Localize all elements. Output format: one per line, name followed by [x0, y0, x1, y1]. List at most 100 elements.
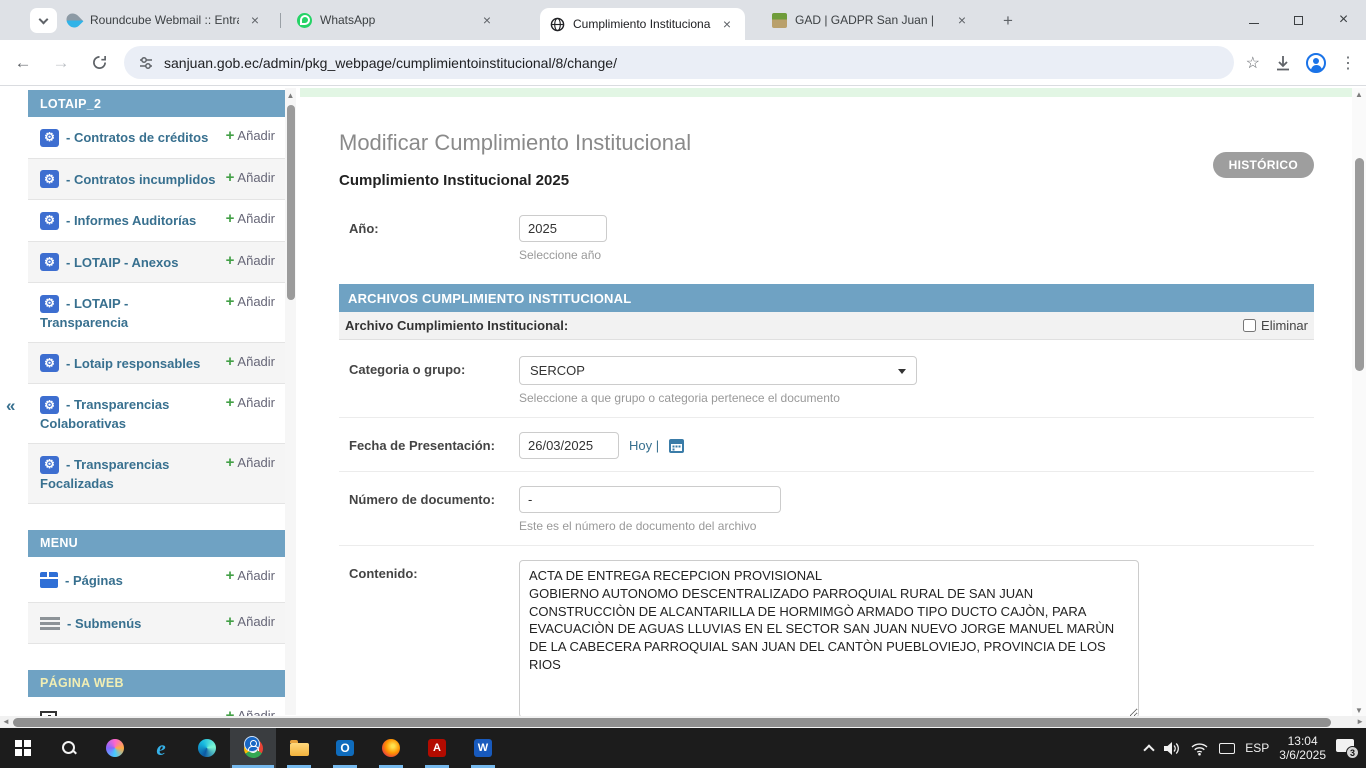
- sidebar-item-label[interactable]: - Transparencias Colaborativas: [40, 398, 169, 432]
- sidebar-item-paginas[interactable]: - Páginas +Añadir: [28, 557, 285, 602]
- tab-whatsapp[interactable]: WhatsApp ×: [287, 0, 505, 40]
- speaker-icon[interactable]: [1163, 741, 1180, 756]
- taskbar-search-button[interactable]: [46, 728, 92, 768]
- download-icon[interactable]: [1274, 54, 1292, 72]
- sidebar-item-label[interactable]: - Submenús: [67, 616, 141, 631]
- sidebar-item-transparencias-colaborativas[interactable]: ⚙- Transparencias Colaborativas +Añadir: [28, 383, 285, 443]
- sidebar-item-submenus[interactable]: - Submenús +Añadir: [28, 602, 285, 643]
- sidebar-collapse-button[interactable]: «: [6, 396, 15, 416]
- tray-overflow-icon[interactable]: [1144, 744, 1155, 755]
- language-indicator[interactable]: ESP: [1245, 741, 1269, 755]
- connect-display-icon[interactable]: [1219, 743, 1235, 754]
- sidebar-item-transparencias-focalizadas[interactable]: ⚙- Transparencias Focalizadas +Añadir: [28, 443, 285, 503]
- menu-kebab-icon[interactable]: ⋮: [1340, 53, 1356, 73]
- sidebar-item-label[interactable]: - Páginas: [65, 573, 123, 588]
- tab-roundcube[interactable]: Roundcube Webmail :: Entrada ×: [55, 0, 273, 40]
- new-tab-button[interactable]: +: [995, 8, 1021, 34]
- taskbar-explorer-button[interactable]: [276, 728, 322, 768]
- window-minimize-button[interactable]: [1231, 0, 1276, 40]
- tab-cumplimiento-active[interactable]: Cumplimiento Institucional 202 ×: [540, 8, 745, 40]
- wifi-icon[interactable]: [1190, 741, 1209, 756]
- sidebar-item-label[interactable]: - Transparencias Focalizadas: [40, 457, 169, 491]
- page-horizontal-scrollbar[interactable]: ◄ ►: [0, 716, 1366, 728]
- taskbar-firefox-button[interactable]: [368, 728, 414, 768]
- add-link[interactable]: +Añadir: [226, 293, 275, 310]
- sidebar-item-lotaip-responsables[interactable]: ⚙- Lotaip responsables +Añadir: [28, 342, 285, 384]
- vertical-scrollbar-thumb[interactable]: [1355, 158, 1364, 371]
- window-restore-button[interactable]: [1276, 0, 1321, 40]
- sidebar-item-informes-auditorias[interactable]: ⚙- Informes Auditorías +Añadir: [28, 199, 285, 241]
- add-label[interactable]: Añadir: [237, 395, 275, 410]
- add-link[interactable]: +Añadir: [226, 394, 275, 411]
- sidebar-item-contratos-incumplidos[interactable]: ⚙- Contratos incumplidos +Añadir: [28, 158, 285, 200]
- eliminar-checkbox[interactable]: [1243, 319, 1256, 332]
- horizontal-scrollbar-thumb[interactable]: [13, 718, 1331, 727]
- forward-button[interactable]: →: [46, 48, 76, 78]
- add-label[interactable]: Añadir: [237, 568, 275, 583]
- tab-close-icon[interactable]: ×: [954, 12, 970, 28]
- scroll-up-icon[interactable]: ▲: [285, 91, 296, 100]
- add-link[interactable]: +Añadir: [226, 127, 275, 144]
- taskbar-edge-button[interactable]: [184, 728, 230, 768]
- sidebar-item-contratos-creditos[interactable]: ⚙- Contratos de créditos +Añadir: [28, 117, 285, 158]
- site-settings-icon[interactable]: [138, 55, 154, 71]
- taskbar-copilot-button[interactable]: [92, 728, 138, 768]
- taskbar-clock[interactable]: 13:04 3/6/2025: [1279, 734, 1326, 762]
- fecha-input[interactable]: [519, 432, 619, 459]
- add-link[interactable]: +Añadir: [226, 252, 275, 269]
- sidebar-item-label[interactable]: - Contratos incumplidos: [66, 172, 216, 187]
- back-button[interactable]: ←: [8, 48, 38, 78]
- sidebar-item-label[interactable]: - Informes Auditorías: [66, 213, 196, 228]
- tab-close-icon[interactable]: ×: [719, 16, 735, 32]
- tab-close-icon[interactable]: ×: [247, 12, 263, 28]
- start-button[interactable]: [0, 728, 46, 768]
- reload-button[interactable]: [84, 48, 114, 78]
- sidebar-scrollbar[interactable]: ▲: [285, 88, 296, 715]
- add-label[interactable]: Añadir: [237, 170, 275, 185]
- numero-input[interactable]: [519, 486, 781, 513]
- add-link[interactable]: +Añadir: [226, 353, 275, 370]
- scroll-down-icon[interactable]: ▼: [1352, 706, 1366, 715]
- sidebar-item-label[interactable]: - Lotaip responsables: [66, 356, 200, 371]
- tab-search-button[interactable]: [30, 8, 57, 33]
- taskbar-ie-button[interactable]: e: [138, 728, 184, 768]
- sidebar-item-lotaip-anexos[interactable]: ⚙- LOTAIP - Anexos +Añadir: [28, 241, 285, 283]
- historico-button[interactable]: HISTÓRICO: [1213, 152, 1314, 178]
- tab-gad[interactable]: GAD | GADPR San Juan | ×: [762, 0, 980, 40]
- page-vertical-scrollbar[interactable]: ▲ ▼: [1352, 88, 1366, 717]
- sidebar-item-label[interactable]: - LOTAIP - Anexos: [66, 255, 178, 270]
- add-label[interactable]: Añadir: [237, 253, 275, 268]
- ano-input[interactable]: [519, 215, 607, 242]
- contenido-textarea[interactable]: ACTA DE ENTREGA RECEPCION PROVISIONAL GO…: [519, 560, 1139, 718]
- url-text[interactable]: sanjuan.gob.ec/admin/pkg_webpage/cumplim…: [164, 55, 617, 71]
- add-label[interactable]: Añadir: [237, 211, 275, 226]
- hoy-link[interactable]: Hoy |: [629, 438, 659, 453]
- calendar-icon[interactable]: [669, 439, 684, 453]
- add-label[interactable]: Añadir: [237, 455, 275, 470]
- sidebar-item-lotaip-transparencia[interactable]: ⚙- LOTAIP - Transparencia +Añadir: [28, 282, 285, 342]
- taskbar-acrobat-button[interactable]: A: [414, 728, 460, 768]
- scroll-up-icon[interactable]: ▲: [1352, 90, 1366, 99]
- categoria-select[interactable]: SERCOP: [519, 356, 917, 385]
- tab-close-icon[interactable]: ×: [479, 12, 495, 28]
- window-close-button[interactable]: ×: [1321, 0, 1366, 40]
- add-link[interactable]: +Añadir: [226, 567, 275, 584]
- taskbar-chrome-button[interactable]: [230, 728, 276, 768]
- notification-center-button[interactable]: 3: [1336, 738, 1358, 758]
- taskbar-outlook-button[interactable]: O: [322, 728, 368, 768]
- add-label[interactable]: Añadir: [237, 128, 275, 143]
- scroll-left-icon[interactable]: ◄: [2, 717, 10, 726]
- add-label[interactable]: Añadir: [237, 294, 275, 309]
- taskbar-word-button[interactable]: W: [460, 728, 506, 768]
- url-bar[interactable]: sanjuan.gob.ec/admin/pkg_webpage/cumplim…: [124, 46, 1234, 79]
- scroll-right-icon[interactable]: ►: [1356, 717, 1364, 726]
- add-link[interactable]: +Añadir: [226, 613, 275, 630]
- add-link[interactable]: +Añadir: [226, 454, 275, 471]
- sidebar-scrollbar-thumb[interactable]: [287, 105, 295, 300]
- profile-avatar-icon[interactable]: [1306, 53, 1326, 73]
- add-label[interactable]: Añadir: [237, 354, 275, 369]
- add-link[interactable]: +Añadir: [226, 210, 275, 227]
- bookmark-star-icon[interactable]: ☆: [1246, 53, 1260, 73]
- add-link[interactable]: +Añadir: [226, 169, 275, 186]
- sidebar-item-label[interactable]: - Contratos de créditos: [66, 130, 208, 145]
